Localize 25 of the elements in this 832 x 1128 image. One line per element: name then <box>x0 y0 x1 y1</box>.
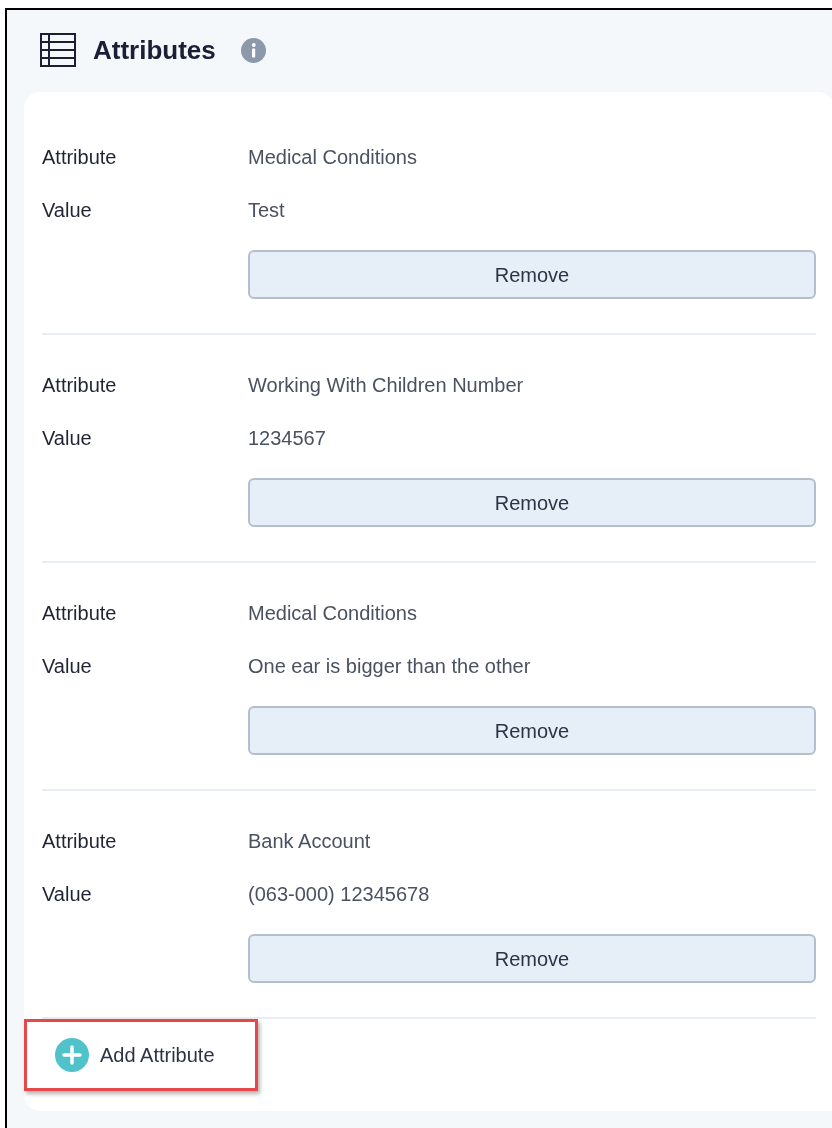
field-value: Test <box>248 198 286 223</box>
remove-button[interactable]: Remove <box>248 934 816 983</box>
field-label: Value <box>42 198 93 223</box>
field-value: One ear is bigger than the other <box>248 654 532 679</box>
field-label: Value <box>42 426 93 451</box>
field-label: Attribute <box>42 829 118 854</box>
field-value: Medical Conditions <box>248 145 418 170</box>
field-value: Medical Conditions <box>248 601 418 626</box>
info-icon[interactable] <box>240 37 266 63</box>
field-label: Attribute <box>42 145 118 170</box>
remove-button[interactable]: Remove <box>248 706 816 755</box>
remove-button[interactable]: Remove <box>248 250 816 299</box>
field-value: (063-000) 12345678 <box>248 882 431 907</box>
field-label: Attribute <box>42 601 118 626</box>
field-value: 1234567 <box>248 426 327 451</box>
field-label: Attribute <box>42 373 118 398</box>
add-attribute-button[interactable]: Add Attribute <box>55 1038 215 1072</box>
field-label: Value <box>42 654 93 679</box>
remove-button[interactable]: Remove <box>248 478 816 527</box>
section-title: Attributes <box>93 33 216 67</box>
field-label: Value <box>42 882 93 907</box>
table-icon <box>40 33 76 67</box>
field-value: Working With Children Number <box>248 373 525 398</box>
field-value: Bank Account <box>248 829 372 854</box>
plus-icon <box>55 1038 89 1072</box>
